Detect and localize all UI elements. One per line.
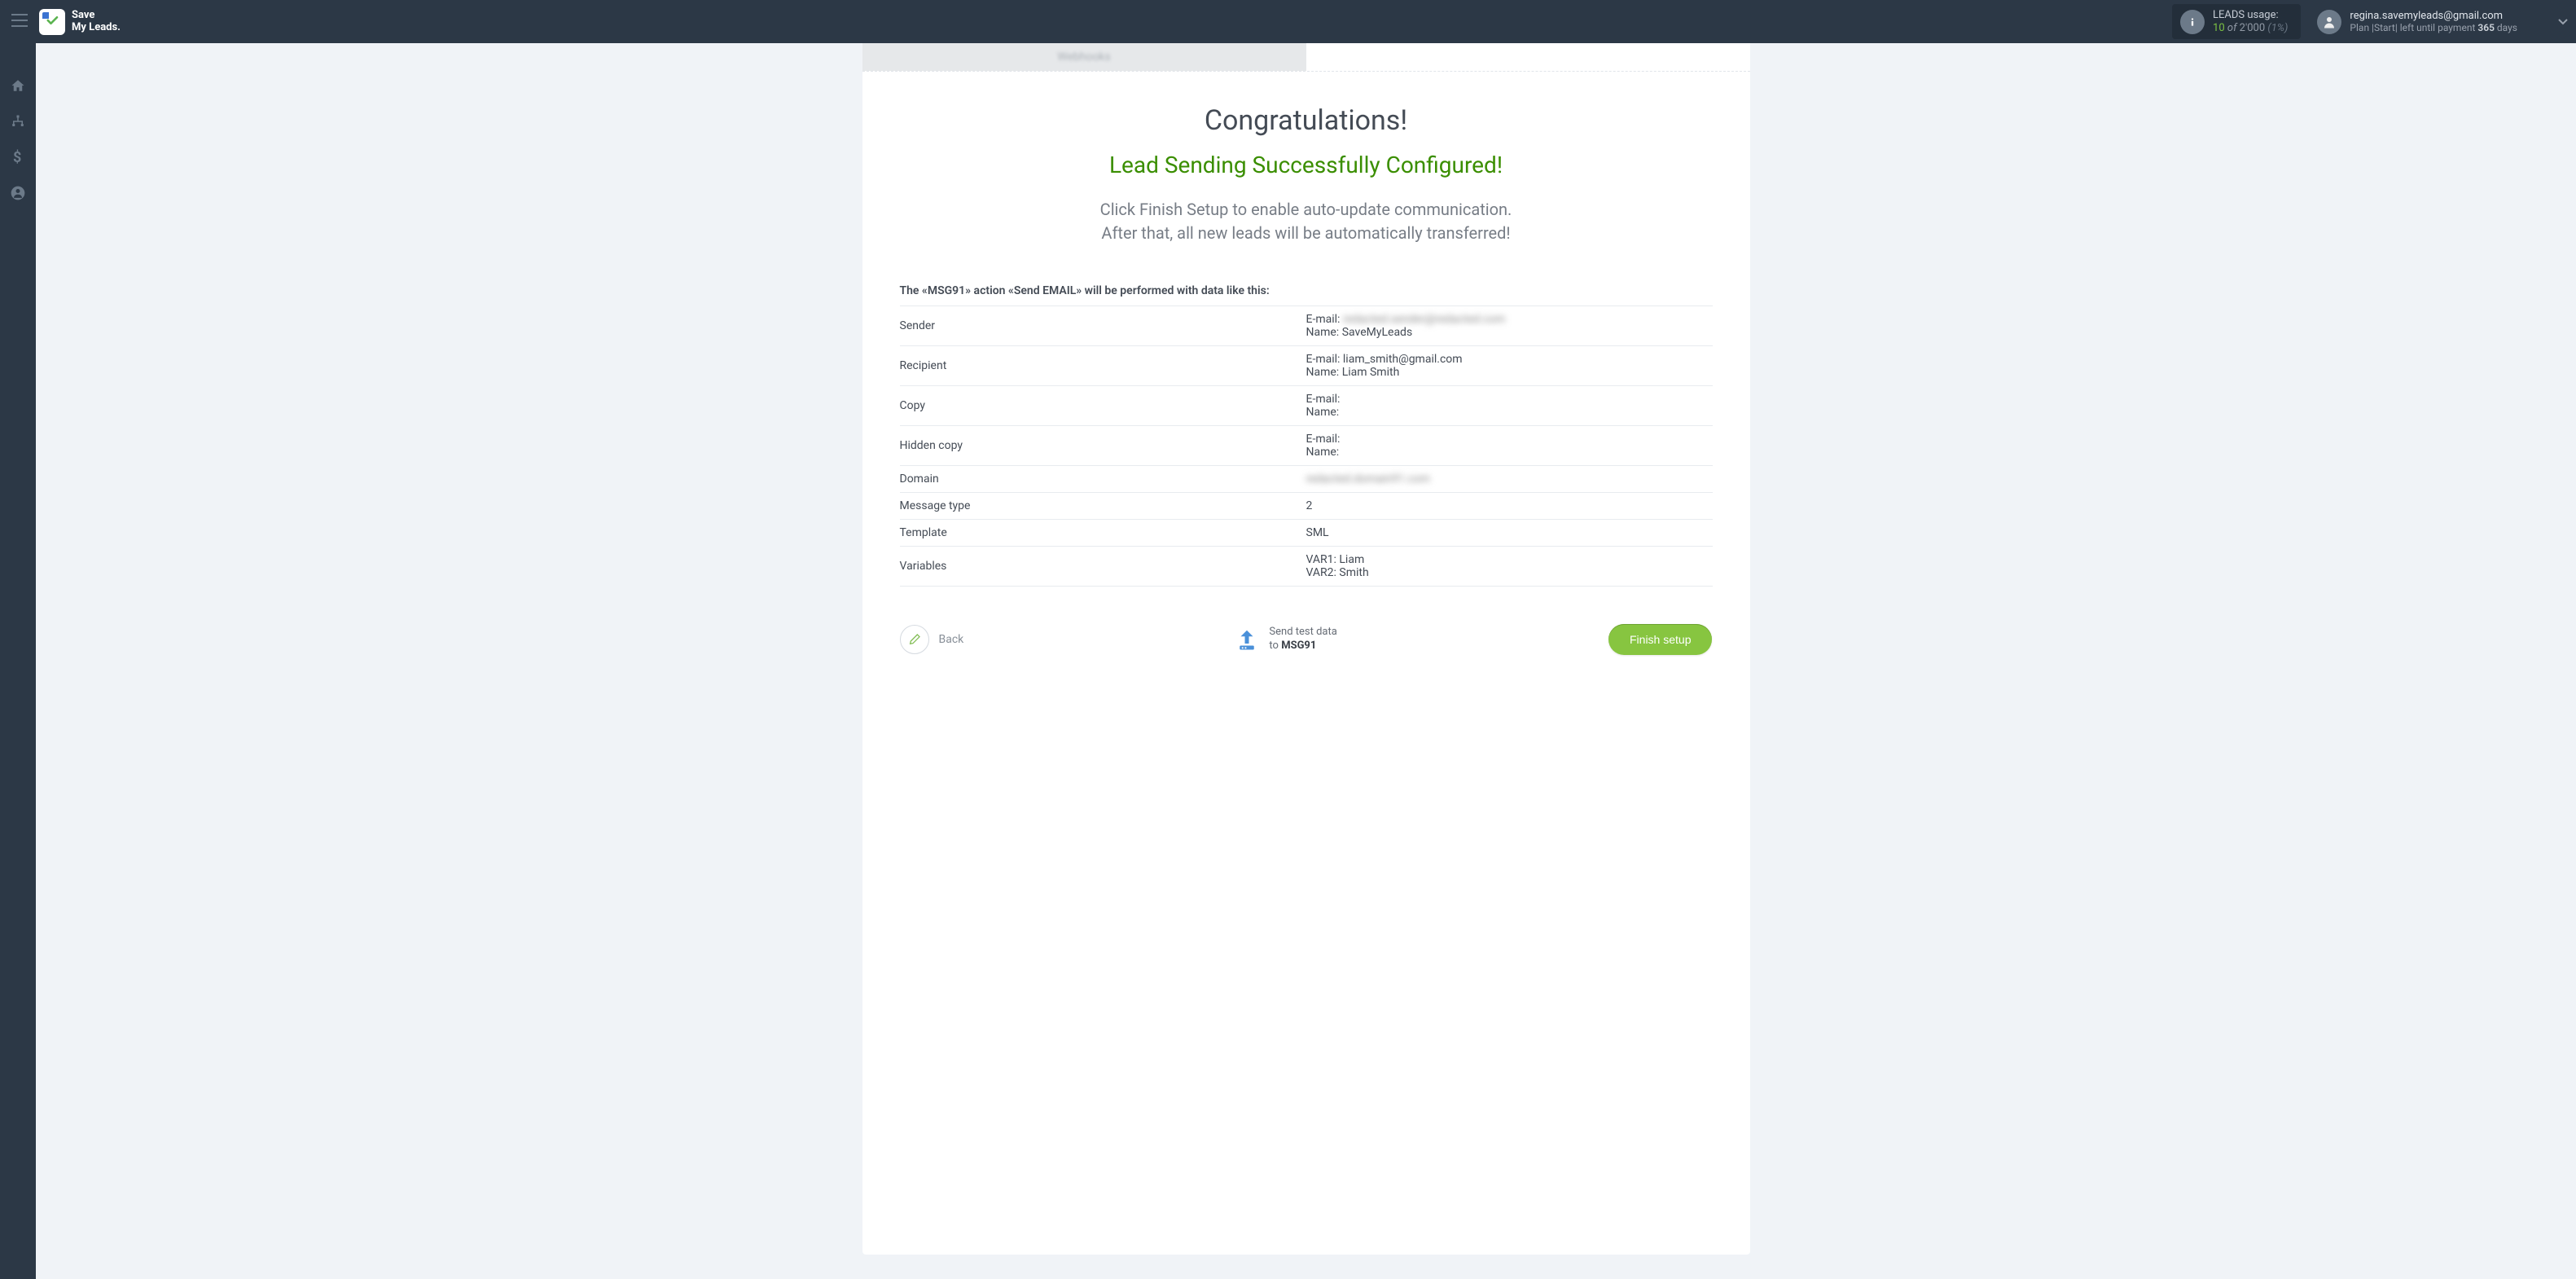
- chevron-down-icon[interactable]: [2558, 16, 2568, 28]
- usage-used: 10: [2213, 22, 2225, 34]
- usage-label: LEADS usage:: [2213, 9, 2288, 22]
- headline: Congratulations!: [900, 104, 1713, 137]
- row-key: Message type: [900, 493, 1306, 520]
- row-key: Hidden copy: [900, 426, 1306, 466]
- logo-text-line2: My Leads.: [72, 22, 121, 33]
- row-val: SML: [1306, 520, 1713, 547]
- account-plan: Plan |Start| left until payment 365 days: [2350, 22, 2517, 33]
- topbar-left: Save My Leads.: [8, 8, 121, 35]
- logo-corner: [42, 12, 49, 19]
- usage-text: LEADS usage: 10 of 2'000 (1%): [2213, 9, 2288, 34]
- logo-badge: [39, 9, 65, 35]
- logo-text-line1: Save: [72, 10, 121, 21]
- desc-line1: Click Finish Setup to enable auto-update…: [1100, 200, 1512, 219]
- account-email: regina.savemyleads@gmail.com: [2350, 10, 2517, 23]
- desc-line2: After that, all new leads will be automa…: [1101, 223, 1510, 243]
- usage-of: of: [2227, 22, 2237, 34]
- row-key: Template: [900, 520, 1306, 547]
- sidebar-item-account[interactable]: [0, 175, 36, 211]
- topbar-right: LEADS usage: 10 of 2'000 (1%) regina.sav…: [2172, 4, 2568, 39]
- table-row: Recipient E-mail: liam_smith@gmail.com N…: [900, 346, 1713, 386]
- review-table: Sender E-mail: redacted.sender@redacted.…: [900, 305, 1713, 587]
- footer-row: Back Send test data to MSG91 Finish setu…: [900, 624, 1713, 655]
- subhead: Lead Sending Successfully Configured!: [900, 152, 1713, 178]
- table-row: Template SML: [900, 520, 1713, 547]
- row-val: 2: [1306, 493, 1713, 520]
- tabs-row: Webhooks: [862, 43, 1750, 72]
- row-key: Copy: [900, 386, 1306, 426]
- avatar-icon: [2317, 10, 2341, 34]
- row-key: Recipient: [900, 346, 1306, 386]
- account-text: regina.savemyleads@gmail.com Plan |Start…: [2350, 10, 2517, 34]
- usage-total: 2'000: [2240, 22, 2266, 34]
- row-key: Domain: [900, 466, 1306, 493]
- tab-current[interactable]: [1306, 43, 1750, 71]
- content: Webhooks Congratulations! Lead Sending S…: [36, 43, 2576, 1279]
- info-icon: [2180, 10, 2205, 34]
- row-val: VAR1: Liam VAR2: Smith: [1306, 547, 1713, 587]
- sidebar-item-billing[interactable]: $: [0, 139, 36, 175]
- back-label: Back: [939, 633, 964, 646]
- row-val: E-mail: Name:: [1306, 386, 1713, 426]
- pencil-icon: [900, 625, 929, 654]
- card: Webhooks Congratulations! Lead Sending S…: [862, 43, 1750, 1255]
- table-row: Sender E-mail: redacted.sender@redacted.…: [900, 306, 1713, 346]
- row-key: Sender: [900, 306, 1306, 346]
- table-row: Message type 2: [900, 493, 1713, 520]
- table-row: Domain redacted.domain91.com: [900, 466, 1713, 493]
- sidebar: $: [0, 43, 36, 1279]
- review-label: The «MSG91» action «Send EMAIL» will be …: [900, 284, 1713, 297]
- tab-destination[interactable]: Webhooks: [862, 43, 1306, 71]
- send-test-text: Send test data to MSG91: [1269, 626, 1336, 653]
- row-val: E-mail: Name:: [1306, 426, 1713, 466]
- send-test-button[interactable]: Send test data to MSG91: [1235, 626, 1336, 653]
- logo-text: Save My Leads.: [72, 10, 121, 33]
- send-destination: MSG91: [1281, 640, 1316, 652]
- row-key: Variables: [900, 547, 1306, 587]
- usage-box[interactable]: LEADS usage: 10 of 2'000 (1%): [2172, 4, 2301, 39]
- usage-pct: (1%): [2267, 22, 2288, 34]
- svg-text:$: $: [13, 149, 21, 165]
- send-line1: Send test data: [1269, 626, 1336, 640]
- row-val: redacted.domain91.com: [1306, 466, 1713, 493]
- logo[interactable]: Save My Leads.: [39, 9, 121, 35]
- account-box[interactable]: regina.savemyleads@gmail.com Plan |Start…: [2317, 10, 2517, 34]
- hamburger-icon[interactable]: [8, 8, 31, 35]
- upload-icon: [1235, 627, 1259, 652]
- main: Congratulations! Lead Sending Successful…: [862, 72, 1750, 683]
- row-val: E-mail: liam_smith@gmail.com Name: Liam …: [1306, 346, 1713, 386]
- sidebar-item-home[interactable]: [0, 68, 36, 103]
- description: Click Finish Setup to enable auto-update…: [900, 198, 1713, 245]
- finish-setup-button[interactable]: Finish setup: [1608, 624, 1712, 655]
- topbar: Save My Leads. LEADS usage: 10 of 2'000 …: [0, 0, 2576, 43]
- table-row: Copy E-mail: Name:: [900, 386, 1713, 426]
- row-val: E-mail: redacted.sender@redacted.com Nam…: [1306, 306, 1713, 346]
- sidebar-item-connections[interactable]: [0, 103, 36, 139]
- table-row: Hidden copy E-mail: Name:: [900, 426, 1713, 466]
- table-row: Variables VAR1: Liam VAR2: Smith: [900, 547, 1713, 587]
- back-button[interactable]: Back: [900, 625, 964, 654]
